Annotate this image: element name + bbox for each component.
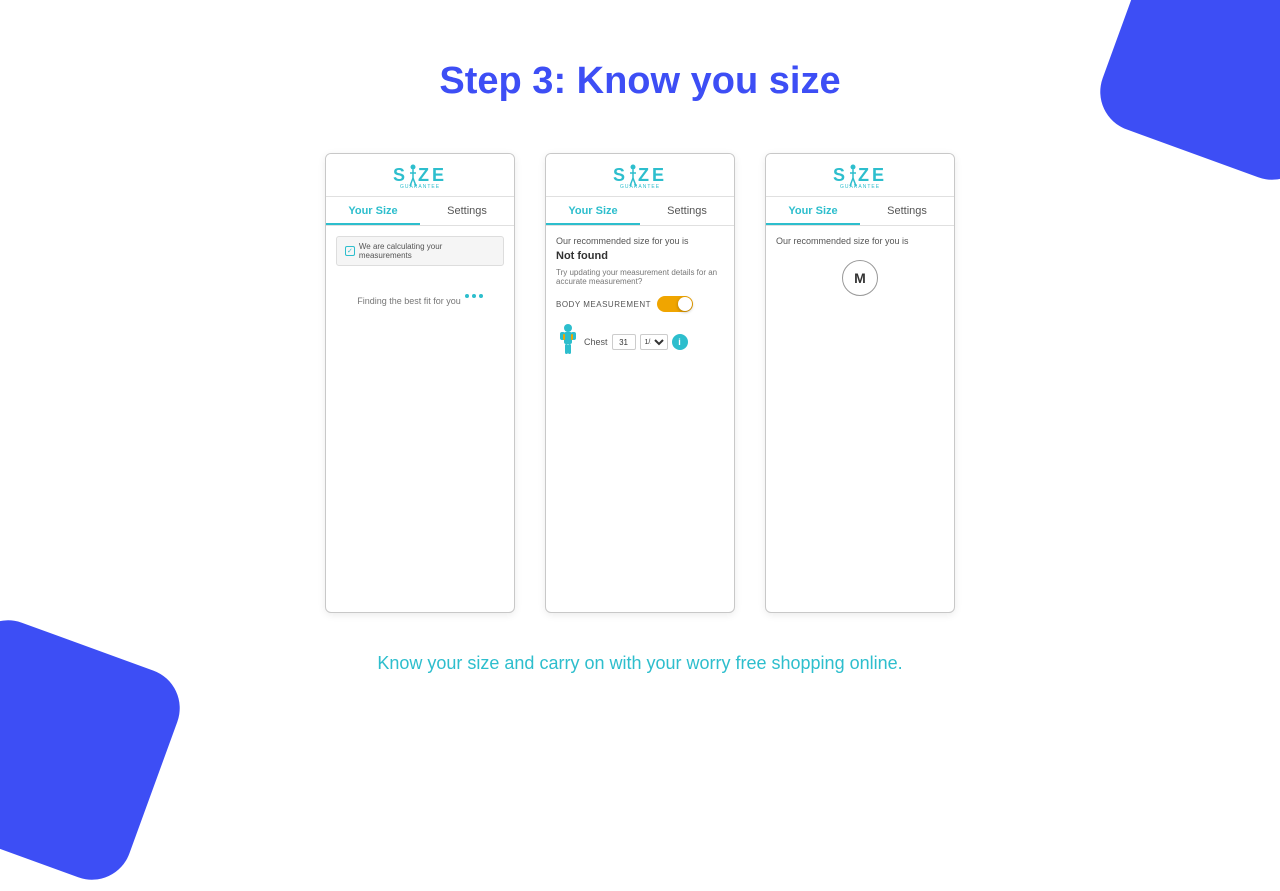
card3-content: Our recommended size for you is M	[766, 226, 954, 612]
tabs-1: Your Size Settings	[326, 197, 514, 226]
tabs-2: Your Size Settings	[546, 197, 734, 226]
logo-s-2: S	[613, 165, 628, 186]
chest-input[interactable]	[612, 334, 636, 350]
calculating-text: We are calculating your measurements	[359, 242, 495, 260]
size-badge: M	[842, 260, 878, 296]
step-title: Step 3: Know you size	[439, 60, 840, 103]
tabs-3: Your Size Settings	[766, 197, 954, 226]
chest-label: Chest	[584, 337, 608, 347]
logo-guarantee-2: GUARANTEE	[620, 184, 660, 190]
main-content: Step 3: Know you size S ZE	[0, 0, 1280, 674]
bottom-tagline: Know your size and carry on with your wo…	[377, 653, 902, 674]
measurement-row: Chest 1/2 1/4 3/4 i	[556, 324, 724, 360]
finding-text: Finding the best fit for you	[357, 296, 461, 306]
toggle-label: BODY MEASUREMENT	[556, 300, 651, 309]
update-text: Try updating your measurement details fo…	[556, 268, 724, 286]
logo-text-2: S ZE	[613, 164, 667, 186]
dot-2	[472, 294, 476, 298]
card1-content: We are calculating your measurements Fin…	[326, 226, 514, 612]
checkbox-icon	[345, 246, 355, 256]
screenshots-row: S ZE GUARANTEE Your Size Se	[325, 153, 955, 613]
fraction-select[interactable]: 1/2 1/4 3/4	[640, 334, 668, 350]
toggle-knob	[678, 297, 692, 311]
dot-3	[479, 294, 483, 298]
logo-ze-3: ZE	[858, 165, 887, 186]
toggle-switch[interactable]: IN	[657, 296, 693, 312]
logo-text-3: S ZE	[833, 164, 887, 186]
dot-1	[465, 294, 469, 298]
logo-figure-icon-3	[848, 164, 858, 186]
tab-settings-2[interactable]: Settings	[640, 197, 734, 225]
logo-ze-2: ZE	[638, 165, 667, 186]
tab-your-size-2[interactable]: Your Size	[546, 197, 640, 225]
logo-s-3: S	[833, 165, 848, 186]
logo-container-2: S ZE GUARANTEE	[613, 164, 667, 190]
tab-your-size-1[interactable]: Your Size	[326, 197, 420, 225]
logo-s: S	[393, 165, 408, 186]
tab-settings-3[interactable]: Settings	[860, 197, 954, 225]
screenshot-card-3: S ZE GUARANTEE Your Size Se	[765, 153, 955, 613]
recommendation-text-2: Our recommended size for you is	[556, 236, 724, 246]
tab-settings-1[interactable]: Settings	[420, 197, 514, 225]
info-button[interactable]: i	[672, 334, 688, 350]
calculating-box: We are calculating your measurements	[336, 236, 504, 266]
finding-row: Finding the best fit for you	[357, 286, 483, 306]
logo-guarantee-3: GUARANTEE	[840, 184, 880, 190]
logo-guarantee-1: GUARANTEE	[400, 184, 440, 190]
not-found-text: Not found	[556, 250, 724, 262]
body-figure-icon	[556, 324, 580, 360]
logo-figure-icon-2	[628, 164, 638, 186]
loading-dots	[465, 294, 483, 298]
logo-figure-icon	[408, 164, 418, 186]
logo-ze: ZE	[418, 165, 447, 186]
logo-bar-2: S ZE GUARANTEE	[546, 154, 734, 197]
recommendation-text-3: Our recommended size for you is	[776, 236, 909, 246]
card2-content: Our recommended size for you is Not foun…	[546, 226, 734, 612]
tab-your-size-3[interactable]: Your Size	[766, 197, 860, 225]
logo-bar-1: S ZE GUARANTEE	[326, 154, 514, 197]
logo-container-3: S ZE GUARANTEE	[833, 164, 887, 190]
logo-text-1: S ZE	[393, 164, 447, 186]
logo-bar-3: S ZE GUARANTEE	[766, 154, 954, 197]
toggle-row: BODY MEASUREMENT IN	[556, 296, 724, 312]
screenshot-card-2: S ZE GUARANTEE Your Size Se	[545, 153, 735, 613]
screenshot-card-1: S ZE GUARANTEE Your Size Se	[325, 153, 515, 613]
logo-container-1: S ZE GUARANTEE	[393, 164, 447, 190]
